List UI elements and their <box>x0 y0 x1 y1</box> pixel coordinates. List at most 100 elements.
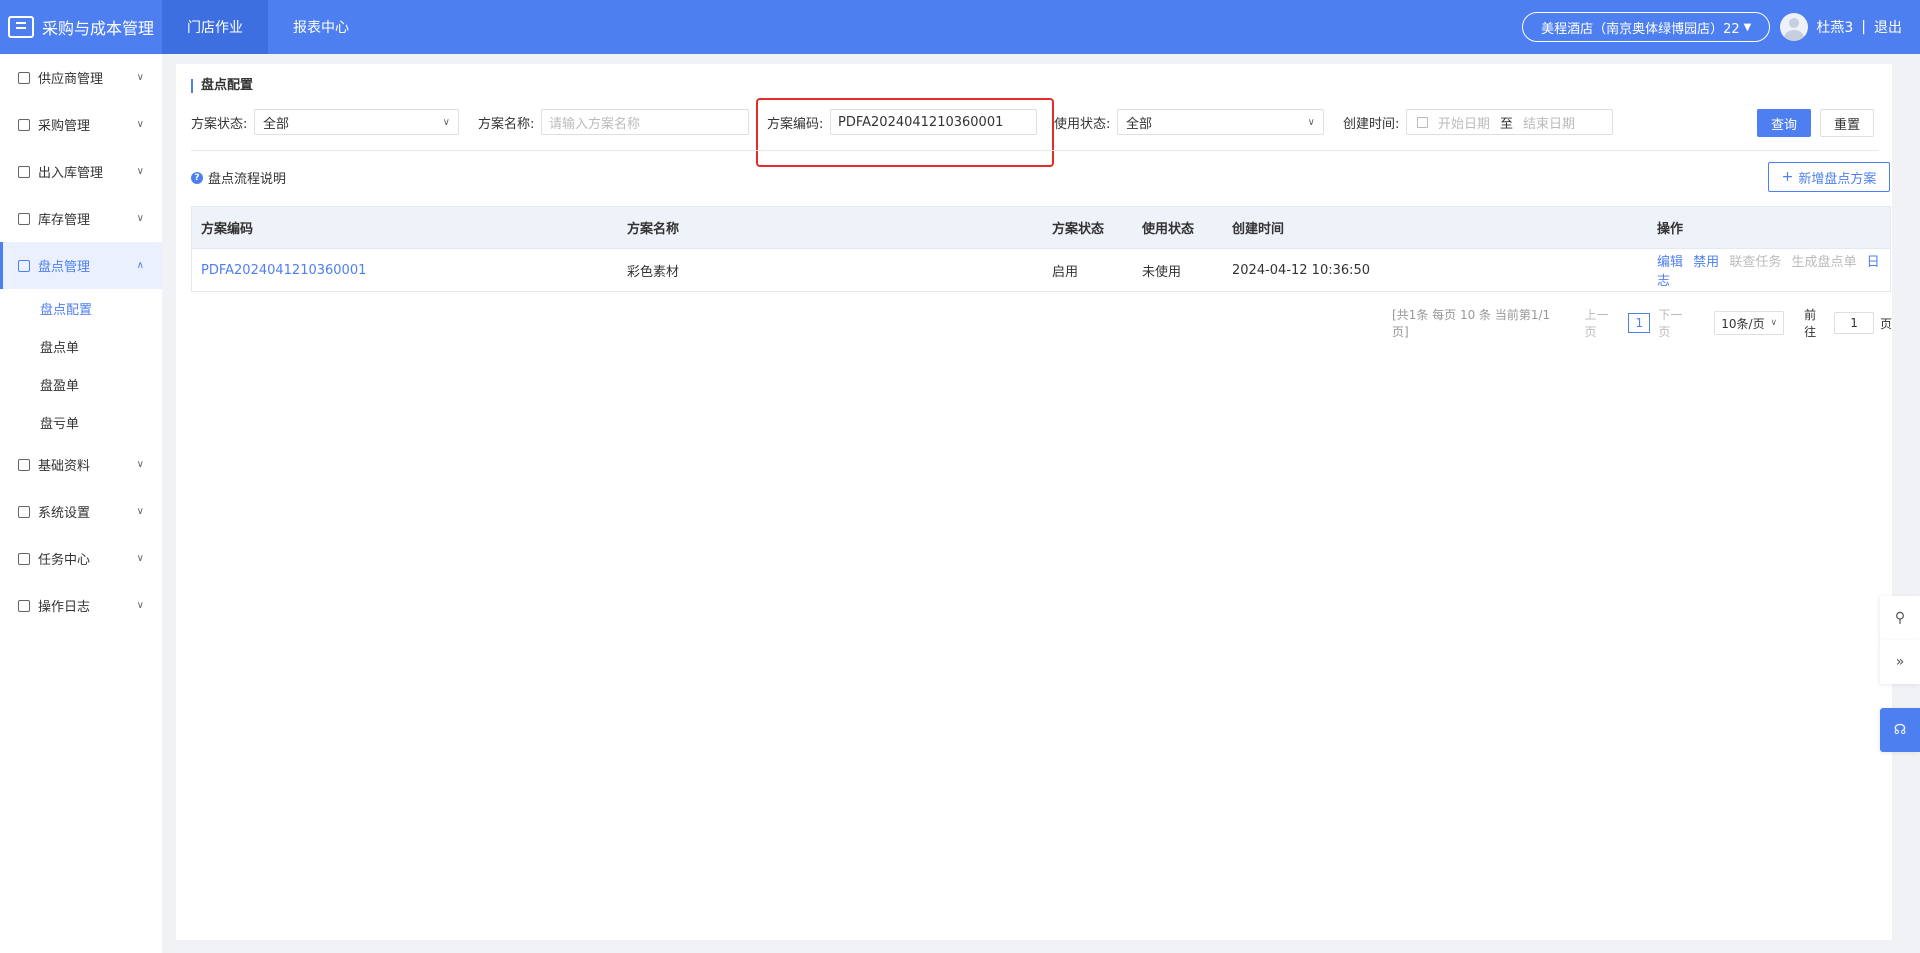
double-chevron-right-icon: » <box>1895 654 1905 670</box>
plan-name-input[interactable]: 请输入方案名称 <box>541 109 749 135</box>
col-plan-status: 方案状态 <box>1052 222 1105 237</box>
inout-icon <box>18 165 30 178</box>
chevron-down-icon: ∨ <box>136 72 144 83</box>
link-icon: ⚲ <box>1894 610 1906 626</box>
purchase-icon <box>18 118 30 131</box>
sidebar-item-task-center[interactable]: 任务中心 ∨ <box>0 535 162 582</box>
pagination-summary: [共1条 每页 10 条 当前第1/1页] <box>1392 308 1551 339</box>
use-status-select[interactable]: 全部 ∨ <box>1117 109 1324 135</box>
created-cell: 2024-04-12 10:36:50 <box>1232 262 1371 278</box>
sidebar-item-inventory[interactable]: 库存管理 ∨ <box>0 195 162 242</box>
goto-suffix: 页 <box>1880 316 1893 331</box>
nav-report-center[interactable]: 报表中心 <box>268 0 374 54</box>
sidebar-item-label: 基础资料 <box>38 459 91 474</box>
sidebar-item-stocktake[interactable]: 盘点管理 ∧ <box>0 242 162 289</box>
col-use-status: 使用状态 <box>1142 222 1195 237</box>
link-tool[interactable]: ⚲ <box>1880 596 1920 640</box>
add-plan-label: 新增盘点方案 <box>1798 171 1877 187</box>
chevron-down-icon: ∨ <box>136 459 144 470</box>
end-date-placeholder[interactable]: 结束日期 <box>1523 113 1575 132</box>
help-link-label: 盘点流程说明 <box>208 172 287 187</box>
range-separator: 至 <box>1500 116 1514 132</box>
create-time-range[interactable]: 开始日期 至 结束日期 <box>1406 109 1613 135</box>
goto-page-input[interactable]: 1 <box>1834 312 1874 334</box>
add-plan-button[interactable]: + 新增盘点方案 <box>1768 162 1890 192</box>
gear-icon <box>18 505 30 518</box>
sidebar-item-label: 盘点管理 <box>38 260 91 275</box>
sidebar: 供应商管理 ∨ 采购管理 ∨ 出入库管理 ∨ 库存管理 ∨ 盘点管理 ∧ 盘点配… <box>0 54 162 953</box>
basic-data-icon <box>18 458 30 471</box>
plan-status-label: 方案状态: <box>191 117 248 132</box>
stocktake-process-help-link[interactable]: ? 盘点流程说明 <box>191 168 286 187</box>
generate-sheet-action[interactable]: 生成盘点单 <box>1791 255 1856 270</box>
submenu-loss-sheet[interactable]: 盘亏单 <box>0 403 162 441</box>
sidebar-item-label: 供应商管理 <box>38 72 104 87</box>
brand[interactable]: 采购与成本管理 <box>0 0 162 54</box>
start-date-placeholder[interactable]: 开始日期 <box>1438 113 1490 132</box>
actions-cell: 编辑 禁用 联查任务 生成盘点单 日志 <box>1657 251 1890 289</box>
sidebar-item-settings[interactable]: 系统设置 ∨ <box>0 488 162 535</box>
log-icon <box>18 599 30 612</box>
plan-status-select[interactable]: 全部 ∨ <box>254 109 459 135</box>
collapse-tool[interactable]: » <box>1880 640 1920 684</box>
sidebar-item-basic-data[interactable]: 基础资料 ∨ <box>0 441 162 488</box>
user-area: 美程酒店（南京奥体绿博园店）22 ▼ 杜燕3 | 退出 <box>1522 12 1920 42</box>
use-status-value: 全部 <box>1126 116 1153 132</box>
highlight-annotation <box>756 98 1054 167</box>
next-page-button[interactable]: 下一页 <box>1658 306 1694 340</box>
edit-action[interactable]: 编辑 <box>1657 255 1683 270</box>
user-separator: | <box>1861 19 1866 35</box>
table-row: PDFA2024041210360001 彩色素材 启用 未使用 2024-04… <box>192 249 1890 291</box>
plan-table: 方案编码 方案名称 方案状态 使用状态 创建时间 操作 PDFA20240412… <box>191 206 1891 292</box>
sidebar-item-label: 系统设置 <box>38 506 91 521</box>
floating-toolbar: ⚲ » ☊ <box>1880 596 1920 752</box>
submenu-stocktake-sheet[interactable]: 盘点单 <box>0 327 162 365</box>
page-title: 盘点配置 <box>191 79 253 93</box>
prev-page-button[interactable]: 上一页 <box>1584 306 1620 340</box>
sidebar-item-inout[interactable]: 出入库管理 ∨ <box>0 148 162 195</box>
logout-link[interactable]: 退出 <box>1874 17 1902 37</box>
table-header: 方案编码 方案名称 方案状态 使用状态 创建时间 操作 <box>192 207 1890 249</box>
store-selector[interactable]: 美程酒店（南京奥体绿博园店）22 ▼ <box>1522 12 1771 42</box>
col-created: 创建时间 <box>1232 222 1285 237</box>
caret-down-icon: ▼ <box>1743 21 1752 33</box>
sidebar-item-operation-log[interactable]: 操作日志 ∨ <box>0 582 162 629</box>
chevron-down-icon: ∨ <box>442 116 450 128</box>
chevron-down-icon: ∨ <box>136 166 144 177</box>
reset-button[interactable]: 重置 <box>1820 109 1874 137</box>
plan-name-cell: 彩色素材 <box>627 264 680 280</box>
disable-action[interactable]: 禁用 <box>1693 255 1719 270</box>
sidebar-item-label: 出入库管理 <box>38 166 104 181</box>
task-icon <box>18 552 30 565</box>
page-size-select[interactable]: 10条/页 ∨ <box>1714 311 1785 335</box>
plan-code-link[interactable]: PDFA2024041210360001 <box>201 263 366 278</box>
plan-status-cell: 启用 <box>1052 264 1079 280</box>
use-status-cell: 未使用 <box>1142 264 1182 280</box>
headset-icon: ☊ <box>1893 722 1907 738</box>
col-actions: 操作 <box>1657 222 1684 237</box>
chevron-down-icon: ∨ <box>136 506 144 517</box>
chevron-down-icon: ∨ <box>136 119 144 130</box>
sidebar-item-label: 库存管理 <box>38 213 91 228</box>
page-number-current[interactable]: 1 <box>1628 313 1651 333</box>
app-logo-icon <box>8 16 34 38</box>
col-plan-name: 方案名称 <box>627 222 680 237</box>
avatar[interactable] <box>1780 13 1809 41</box>
query-button[interactable]: 查询 <box>1757 109 1811 137</box>
user-name[interactable]: 杜燕3 <box>1816 17 1853 37</box>
linked-task-action[interactable]: 联查任务 <box>1729 255 1781 270</box>
sidebar-item-supplier[interactable]: 供应商管理 ∨ <box>0 54 162 101</box>
nav-store-operations[interactable]: 门店作业 <box>162 0 268 54</box>
sidebar-item-label: 采购管理 <box>38 119 91 134</box>
submenu-surplus-sheet[interactable]: 盘盈单 <box>0 365 162 403</box>
plan-name-placeholder: 请输入方案名称 <box>549 116 641 132</box>
page-size-value: 10条/页 <box>1721 316 1765 331</box>
use-status-label: 使用状态: <box>1054 117 1111 132</box>
main-content: 盘点配置 方案状态: 全部 ∨ 方案名称: 请输入方案名称 方案编码: PDFA… <box>176 64 1892 940</box>
customer-service-tool[interactable]: ☊ <box>1880 708 1920 752</box>
chevron-down-icon: ∨ <box>1307 116 1315 128</box>
app-title: 采购与成本管理 <box>42 19 155 38</box>
submenu-stocktake-config[interactable]: 盘点配置 <box>0 289 162 327</box>
inventory-icon <box>18 212 30 225</box>
sidebar-item-purchase[interactable]: 采购管理 ∨ <box>0 101 162 148</box>
